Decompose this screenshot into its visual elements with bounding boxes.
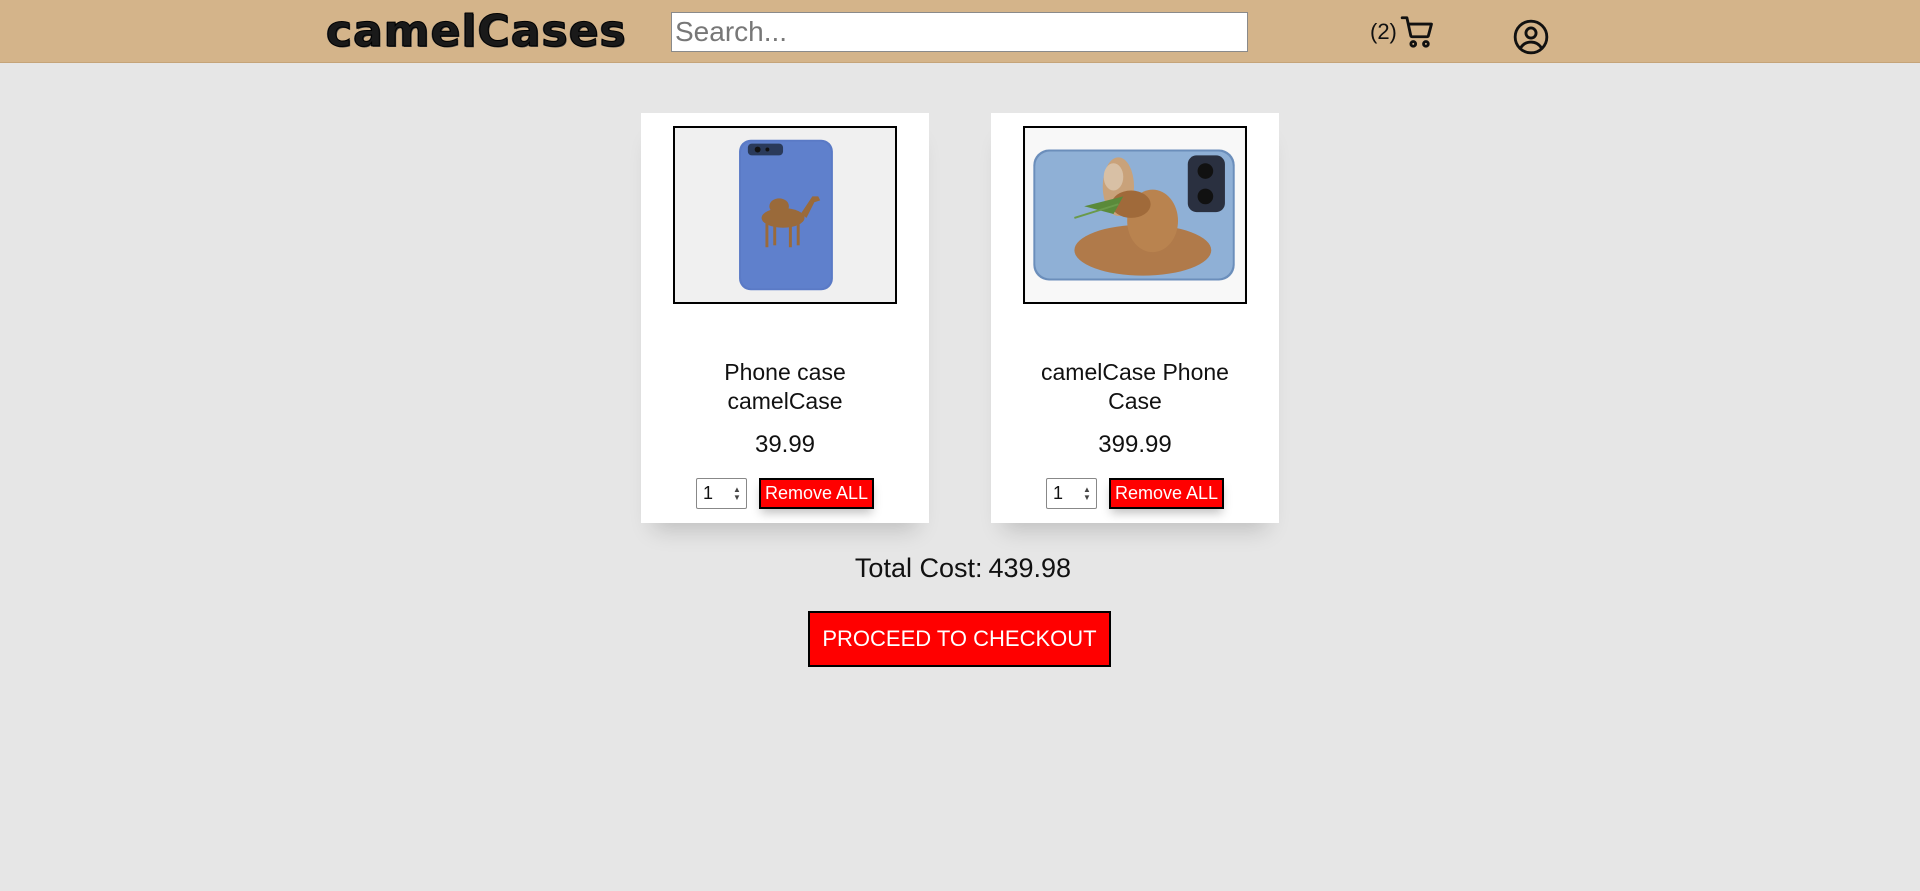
- total-label: Total Cost:: [854, 553, 983, 583]
- quantity-stepper[interactable]: 1 ▲ ▼: [695, 478, 747, 509]
- quantity-value: 1: [1052, 483, 1063, 503]
- stepper-arrows-icon[interactable]: ▲ ▼: [1083, 485, 1091, 502]
- camel-photo-case-image: [1025, 128, 1245, 302]
- checkout-button[interactable]: PROCEED TO CHECKOUT: [808, 611, 1111, 667]
- cart-count: (2): [1370, 19, 1397, 44]
- search-input[interactable]: [671, 12, 1248, 52]
- remove-all-button[interactable]: Remove ALL: [1108, 478, 1225, 509]
- blue-case-camel-image: [675, 128, 895, 302]
- remove-all-button[interactable]: Remove ALL: [758, 478, 875, 509]
- product-image[interactable]: [1023, 126, 1247, 304]
- quantity-stepper[interactable]: 1 ▲ ▼: [1045, 478, 1097, 509]
- product-price: 399.99: [1098, 431, 1172, 458]
- quantity-value: 1: [702, 483, 713, 503]
- cart-item-card: camelCase Phone Case 399.99 1 ▲ ▼ Remove …: [991, 113, 1279, 523]
- cart-item-card: Phone case camelCase 39.99 1 ▲ ▼ Remove A…: [641, 113, 929, 523]
- total-cost: Total Cost: 439.98: [0, 553, 1920, 584]
- product-name[interactable]: camelCase Phone Case: [991, 358, 1279, 416]
- product-image[interactable]: [673, 126, 897, 304]
- stepper-arrows-icon[interactable]: ▲ ▼: [733, 485, 741, 502]
- user-circle-icon[interactable]: [1512, 18, 1550, 56]
- total-value: 439.98: [988, 553, 1072, 583]
- item-controls: 1 ▲ ▼ Remove ALL: [641, 478, 929, 509]
- top-navbar: camelCases (2): [0, 0, 1920, 63]
- site-logo[interactable]: camelCases: [326, 6, 627, 58]
- cart-icon: [1400, 16, 1433, 48]
- product-name[interactable]: Phone case camelCase: [641, 358, 929, 416]
- cart-button[interactable]: (2): [1370, 12, 1437, 52]
- product-price: 39.99: [754, 431, 816, 458]
- item-controls: 1 ▲ ▼ Remove ALL: [991, 478, 1279, 509]
